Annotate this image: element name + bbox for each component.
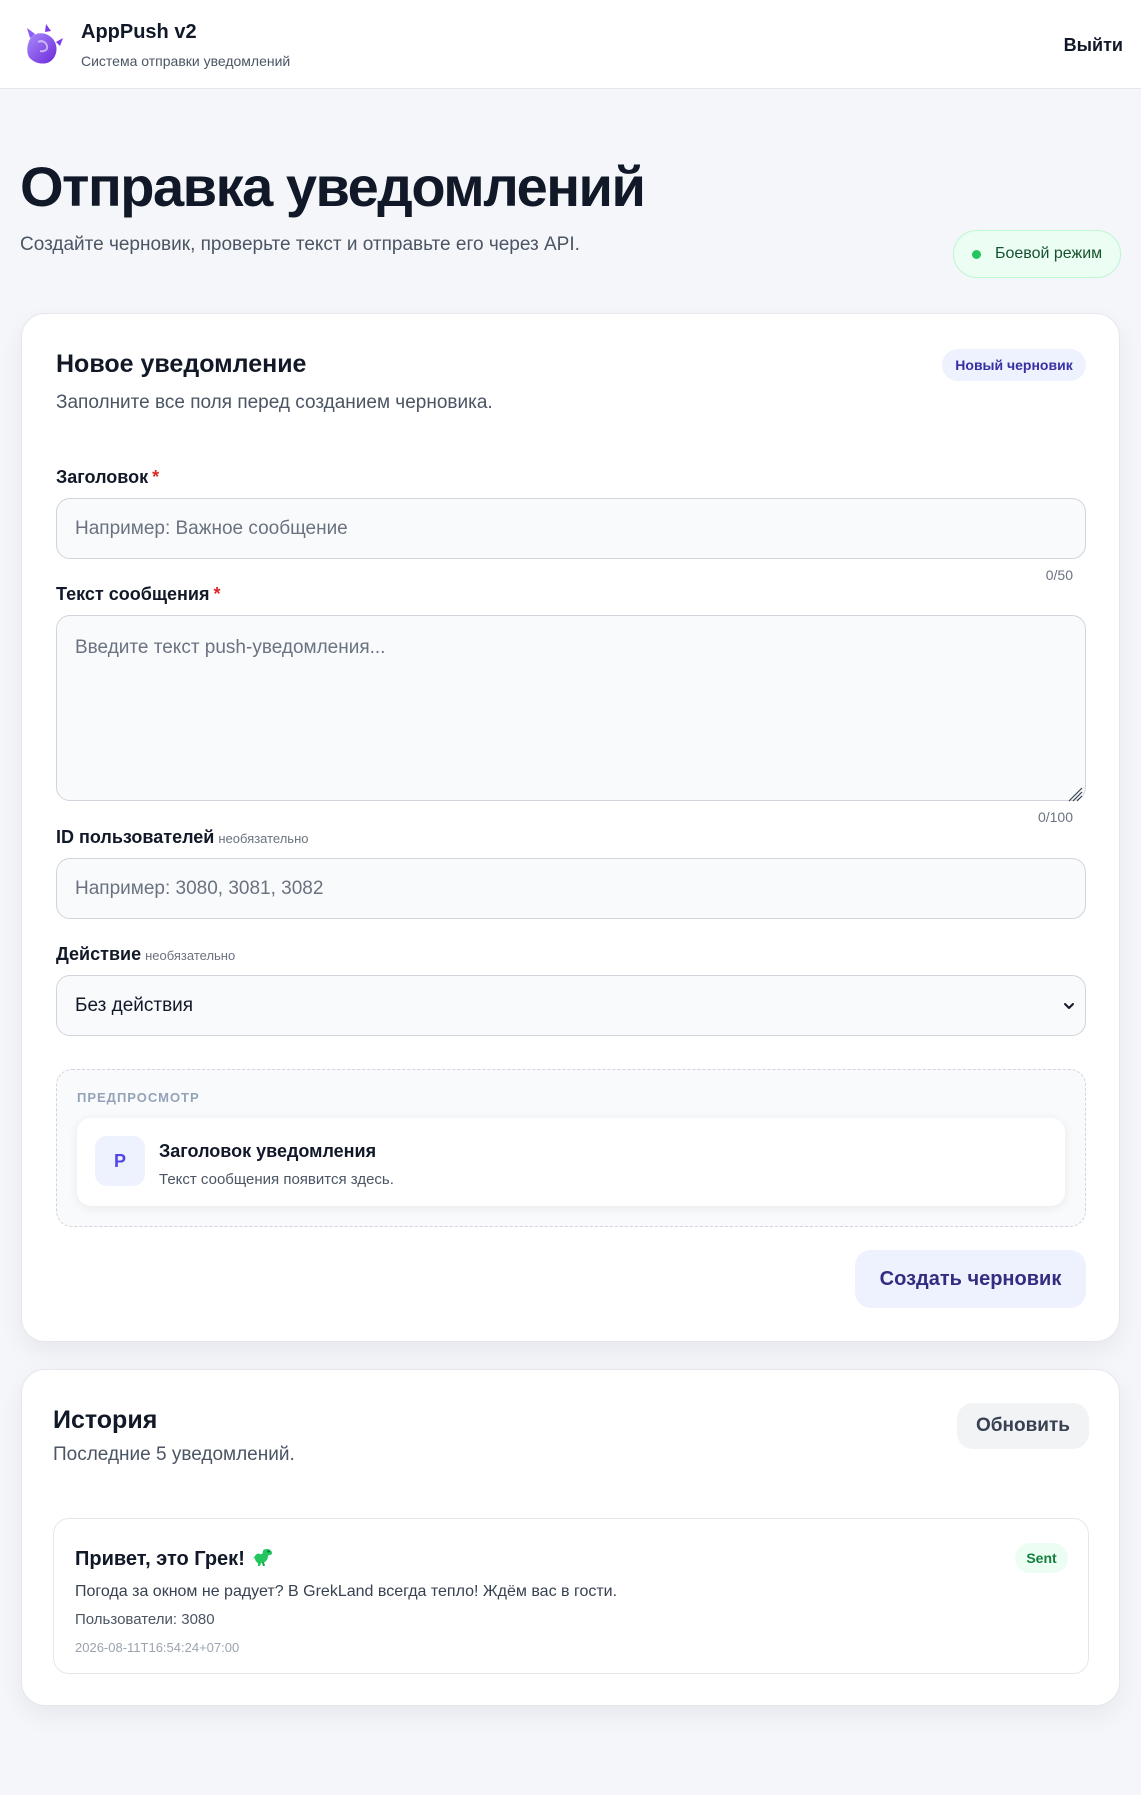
draft-status-badge: Новый черновик <box>942 349 1086 381</box>
app-name: AppPush v2 <box>81 21 197 43</box>
resize-handle-icon[interactable] <box>1065 784 1083 802</box>
form-title: Новое уведомление <box>56 350 307 378</box>
message-char-counter: 0/100 <box>1037 809 1073 825</box>
title-label-text: Заголовок <box>56 467 149 487</box>
preview-label: ПРЕДПРОСМОТР <box>77 1090 200 1105</box>
optional-hint: необязательно <box>145 948 236 963</box>
message-field-label: Текст сообщения * <box>56 584 220 605</box>
create-draft-button[interactable]: Создать черновик <box>855 1250 1086 1308</box>
title-char-counter: 0/50 <box>1045 567 1073 583</box>
title-field-label: Заголовок * <box>56 467 159 488</box>
history-item-title-text: Привет, это Грек! <box>75 1548 245 1570</box>
user-ids-label-text: ID пользователей <box>56 827 215 847</box>
preview-text: Текст сообщения появится здесь. <box>159 1171 394 1188</box>
refresh-button[interactable]: Обновить <box>957 1403 1089 1449</box>
history-description: Последние 5 уведомлений. <box>53 1444 295 1465</box>
user-ids-field-label: ID пользователей необязательно <box>56 827 308 848</box>
form-description: Заполните все поля перед созданием черно… <box>56 392 493 413</box>
history-item-title: Привет, это Грек! <box>75 1547 275 1571</box>
required-mark: * <box>152 467 160 487</box>
new-notification-card: Новое уведомление Заполните все поля пер… <box>21 313 1120 1342</box>
user-ids-input[interactable] <box>56 858 1086 919</box>
mode-status-badge: Боевой режим <box>953 230 1121 278</box>
app-logo-icon <box>27 24 63 64</box>
title-input[interactable] <box>56 498 1086 559</box>
action-select[interactable]: Без действия <box>56 975 1086 1036</box>
mode-label: Боевой режим <box>995 245 1103 262</box>
status-badge: Sent <box>1015 1543 1068 1573</box>
status-dot-icon <box>972 249 981 259</box>
preview-card: P Заголовок уведомления Текст сообщения … <box>77 1118 1065 1206</box>
history-item-timestamp: 2026-08-11T16:54:24+07:00 <box>75 1640 240 1655</box>
history-item-text: Погода за окном не радует? В GrekLand вс… <box>75 1583 618 1600</box>
history-item-users: Пользователи: 3080 <box>75 1611 215 1628</box>
history-card: История Последние 5 уведомлений. Обновит… <box>21 1369 1120 1706</box>
notification-preview: ПРЕДПРОСМОТР P Заголовок уведомления Тек… <box>56 1069 1086 1227</box>
optional-hint: необязательно <box>218 831 309 846</box>
logout-button[interactable]: Выйти <box>1064 35 1123 56</box>
page-subtitle: Создайте черновик, проверьте текст и отп… <box>20 234 580 255</box>
page-title: Отправка уведомлений <box>20 155 646 218</box>
action-field-label: Действие необязательно <box>56 944 235 965</box>
preview-avatar: P <box>95 1136 145 1186</box>
history-title: История <box>53 1406 158 1434</box>
action-label-text: Действие <box>56 944 142 964</box>
action-select-wrapper: Без действия <box>56 975 1086 1036</box>
preview-title: Заголовок уведомления <box>159 1141 377 1161</box>
top-bar: AppPush v2 Система отправки уведомлений … <box>0 0 1141 89</box>
message-textarea[interactable] <box>56 615 1086 801</box>
history-list-item[interactable]: Привет, это Грек! Погода за окном не рад… <box>53 1518 1089 1674</box>
required-mark: * <box>213 584 221 604</box>
message-label-text: Текст сообщения <box>56 584 210 604</box>
app-subtitle: Система отправки уведомлений <box>81 53 291 69</box>
dinosaur-icon <box>252 1549 272 1566</box>
